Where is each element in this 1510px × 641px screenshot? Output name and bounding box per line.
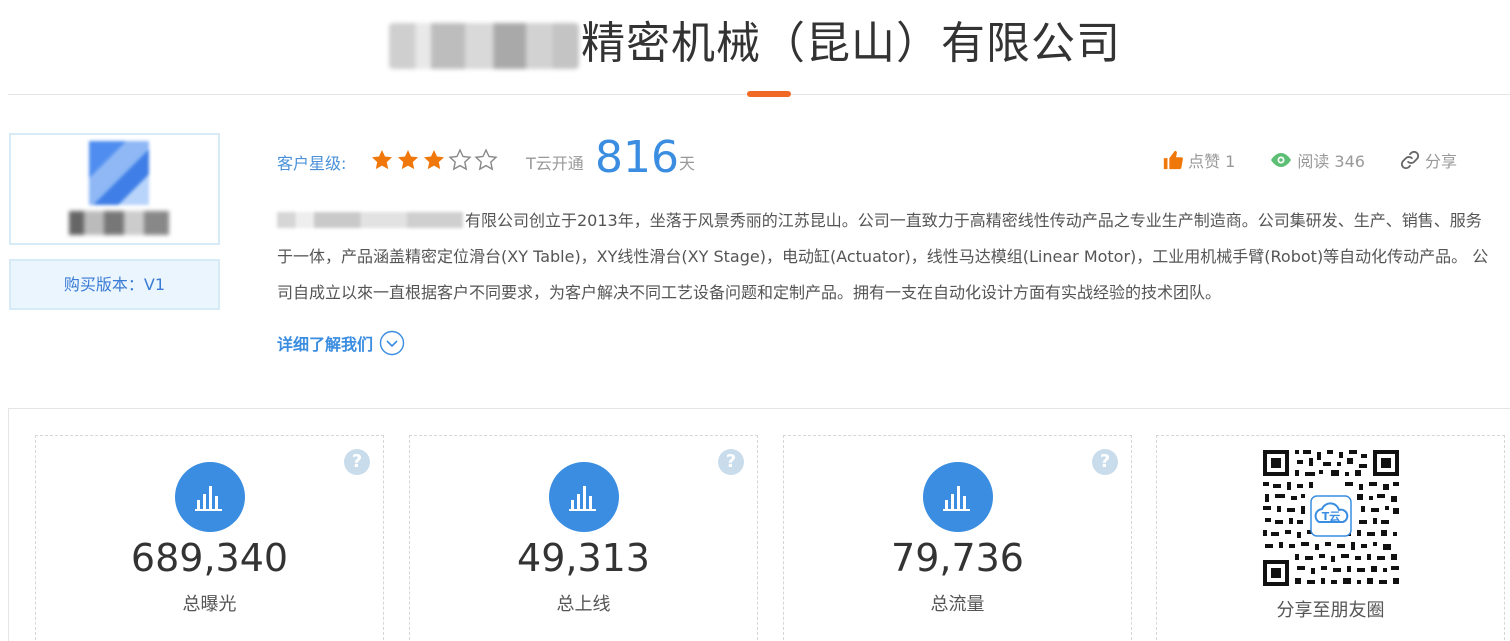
star-empty-icon	[474, 148, 498, 171]
stats-panel: ? 689,340 总曝光 ? 49,313 总上线 ? 79,736 总流量	[8, 408, 1510, 641]
company-logo-redacted	[69, 139, 169, 237]
star-filled-icon	[398, 150, 418, 170]
read-count-text: 阅读 346	[1297, 152, 1365, 171]
help-icon[interactable]: ?	[718, 449, 744, 475]
version-badge: 购买版本：V1	[9, 259, 220, 310]
star-rating	[370, 148, 498, 171]
star-filled-icon	[424, 150, 444, 170]
help-icon[interactable]: ?	[344, 449, 370, 475]
redacted-company-name	[277, 212, 463, 228]
stat-value: 49,313	[517, 536, 650, 580]
rating-row: 客户星级: T云开通 816 天 点赞 1 阅读 346 分享	[277, 132, 1487, 192]
bar-chart-icon	[923, 462, 993, 532]
qr-share-card: T云 分享至朋友圈	[1156, 435, 1505, 641]
stat-value: 689,340	[130, 536, 289, 580]
stat-label: 总流量	[930, 594, 985, 615]
rating-label: 客户星级:	[277, 154, 347, 173]
share-button[interactable]: 分享	[1399, 148, 1457, 172]
stat-label: 总上线	[556, 594, 611, 615]
stat-value: 79,736	[891, 536, 1024, 580]
page-header: 精密机械（昆山）有限公司	[0, 0, 1510, 97]
read-count: 阅读 346	[1269, 148, 1365, 172]
open-label: T云开通	[526, 154, 584, 173]
stat-label: 总曝光	[182, 594, 237, 615]
help-icon[interactable]: ?	[1092, 449, 1118, 475]
eye-icon	[1271, 153, 1292, 167]
action-bar: 点赞 1 阅读 346 分享	[1162, 148, 1457, 172]
qr-share-label: 分享至朋友圈	[1276, 600, 1385, 621]
header-accent-bar	[747, 91, 791, 97]
learn-more-label: 详细了解我们	[277, 335, 374, 354]
like-count: 点赞 1	[1188, 152, 1236, 171]
bar-chart-icon	[175, 462, 245, 532]
thumbs-up-icon	[1163, 150, 1183, 170]
company-title: 精密机械（昆山）有限公司	[389, 14, 1121, 74]
stat-card-online: ? 49,313 总上线	[409, 435, 758, 641]
chevron-down-circle-icon	[379, 330, 405, 356]
share-label: 分享	[1424, 152, 1457, 171]
company-logo-box	[9, 133, 220, 245]
qr-code[interactable]: T云	[1261, 448, 1401, 588]
link-icon	[1400, 150, 1420, 170]
redacted-company-name	[389, 23, 579, 69]
learn-more-link[interactable]: 详细了解我们	[277, 330, 405, 356]
open-days-unit: 天	[679, 154, 696, 173]
open-days-value: 816	[595, 132, 679, 183]
company-description: 有限公司创立于2013年，坐落于风景秀丽的江苏昆山。公司一直致力于高精密线性传动…	[277, 211, 1489, 302]
bar-chart-icon	[549, 462, 619, 532]
like-button[interactable]: 点赞 1	[1162, 148, 1235, 172]
stat-card-traffic: ? 79,736 总流量	[783, 435, 1132, 641]
qr-logo-text: T云	[1322, 510, 1341, 523]
star-empty-icon	[448, 148, 472, 171]
star-filled-icon	[372, 150, 392, 170]
stat-card-exposure: ? 689,340 总曝光	[35, 435, 384, 641]
